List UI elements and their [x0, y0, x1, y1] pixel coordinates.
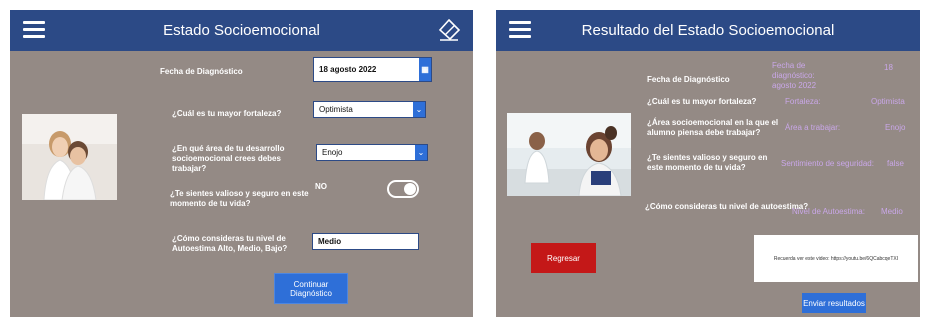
selfesteem-question: ¿Cómo consideras tu nivel de autoestima? — [645, 202, 809, 211]
send-results-button[interactable]: Enviar resultados — [802, 293, 866, 313]
hamburger-icon[interactable] — [23, 21, 45, 39]
secure-question: ¿Te sientes valioso y seguro en este mom… — [647, 153, 768, 172]
back-button[interactable]: Regresar — [531, 243, 596, 273]
area-label: Área a trabajar: — [785, 123, 841, 132]
date-value: 18 agosto 2022 — [319, 65, 377, 74]
page-title: Resultado del Estado Socioemocional — [581, 22, 835, 39]
secure-toggle[interactable] — [387, 180, 419, 198]
area-selected: Enojo — [322, 148, 343, 157]
date-picker[interactable]: 18 agosto 2022 ▦ — [313, 57, 432, 82]
chevron-down-icon[interactable]: ⌄ — [415, 145, 427, 160]
socioemotional-form-screen: Estado Socioemocional Fecha de Diagnósti… — [10, 10, 473, 317]
selfesteem-text: Medio — [318, 237, 342, 246]
strength-value: Optimista — [871, 97, 905, 106]
strength-selected: Optimista — [319, 105, 353, 114]
header-bar: Estado Socioemocional — [10, 10, 473, 51]
result-message: Recuerda ver este video: https://youtu.b… — [773, 255, 899, 262]
calendar-icon[interactable]: ▦ — [419, 58, 431, 81]
selfesteem-question: ¿Cómo consideras tu nivel de Autoestima … — [172, 234, 288, 253]
strength-label: Fortaleza: — [785, 97, 821, 106]
selfesteem-input[interactable]: Medio — [312, 233, 419, 250]
secure-question: ¿Te sientes valioso y seguro en este mom… — [170, 189, 309, 208]
date-label: Fecha de Diagnóstico — [647, 75, 730, 84]
doctors-photo — [507, 113, 631, 196]
area-question: ¿En qué área de tu desarrollo socioemoci… — [172, 144, 285, 173]
header-bar: Resultado del Estado Socioemocional — [496, 10, 920, 51]
secure-value: false — [887, 159, 904, 168]
socioemotional-result-screen: Resultado del Estado Socioemocional Fech… — [496, 10, 920, 317]
strength-question: ¿Cuál es tu mayor fortaleza? — [647, 97, 757, 106]
strength-dropdown[interactable]: Optimista ⌄ — [313, 101, 426, 118]
secure-label: Sentimiento de seguridad: — [781, 159, 874, 168]
hamburger-icon[interactable] — [509, 21, 531, 39]
secure-value: NO — [315, 182, 327, 191]
chevron-down-icon[interactable]: ⌄ — [413, 102, 425, 117]
date-result-value: 18 — [884, 63, 893, 72]
selfesteem-label: Nivel de Autoestima: — [792, 207, 865, 216]
area-dropdown[interactable]: Enojo ⌄ — [316, 144, 428, 161]
strength-question: ¿Cuál es tu mayor fortaleza? — [172, 109, 282, 118]
couple-photo — [22, 114, 117, 200]
page-title: Estado Socioemocional — [163, 22, 320, 39]
selfesteem-value: Medio — [881, 207, 903, 216]
area-question: ¿Área socioemocional en la que el alumno… — [647, 118, 779, 137]
date-result-label: Fecha de diagnóstico: agosto 2022 — [772, 61, 817, 90]
date-label: Fecha de Diagnóstico — [160, 67, 243, 76]
continue-button[interactable]: Continuar Diagnóstico — [274, 273, 348, 304]
area-value: Enojo — [885, 123, 906, 132]
eraser-icon[interactable] — [437, 18, 461, 42]
result-message-box: Recuerda ver este video: https://youtu.b… — [754, 235, 918, 282]
